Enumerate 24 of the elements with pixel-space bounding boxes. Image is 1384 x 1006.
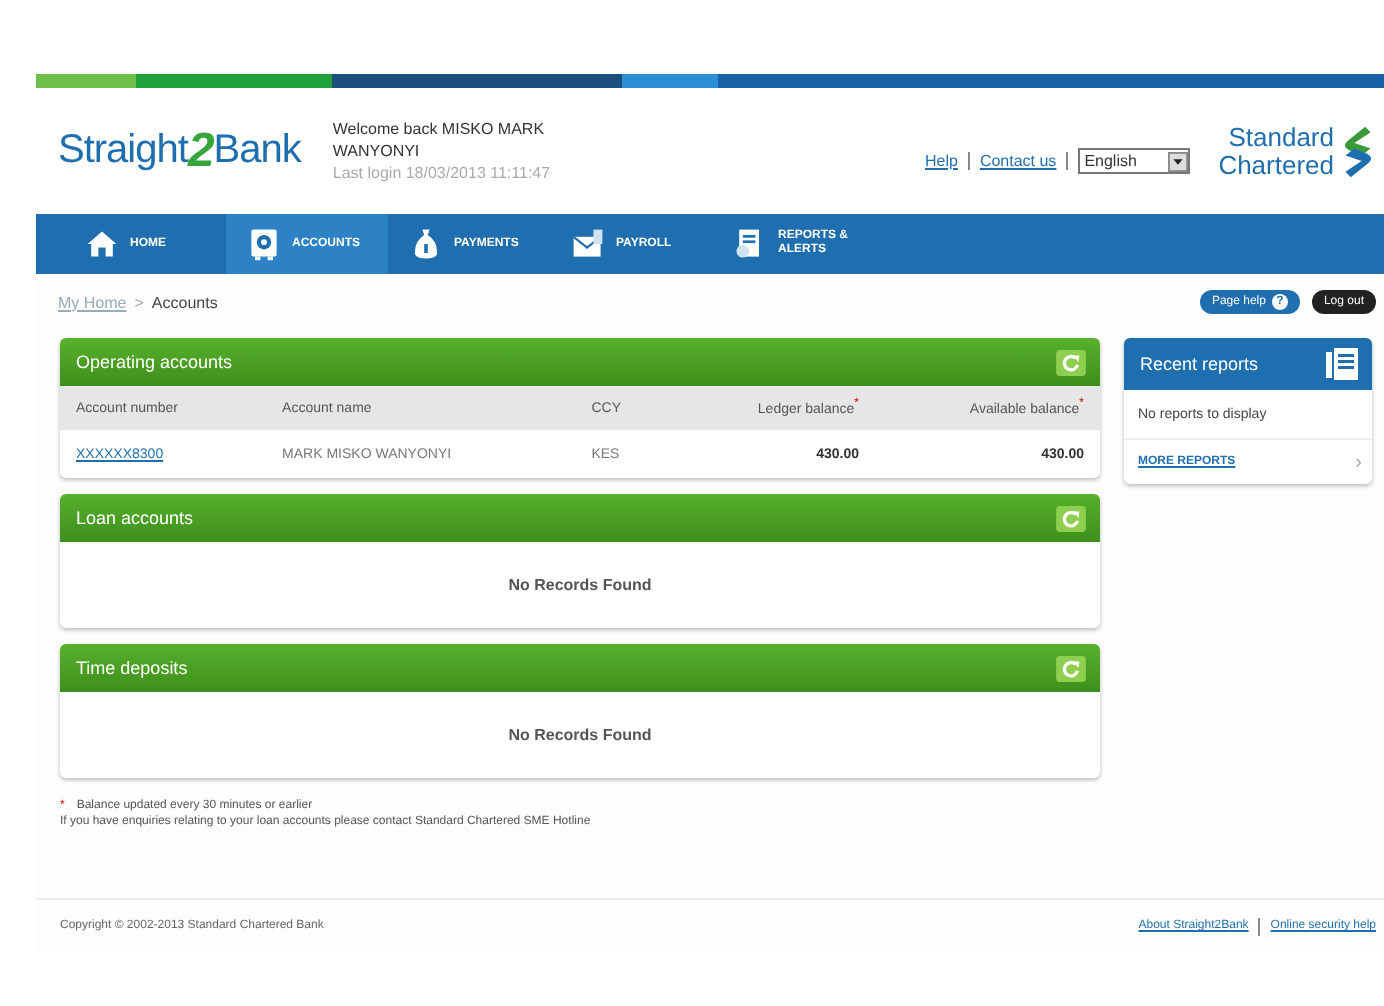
header-link[interactable]: Contact us	[979, 152, 1057, 170]
breadcrumb-current: Accounts	[151, 293, 218, 311]
header-link[interactable]: Help	[924, 152, 958, 170]
breadcrumb-separator: >	[134, 293, 144, 311]
panel-title: Operating accounts	[76, 352, 233, 372]
house-icon	[84, 226, 120, 262]
refresh-icon[interactable]	[1056, 655, 1086, 681]
brand-logo-icon	[1340, 121, 1376, 181]
empty-message: No Records Found	[508, 726, 652, 744]
refresh-icon[interactable]	[1056, 349, 1086, 375]
panel-title: Loan accounts	[76, 508, 194, 528]
brand-name: Chartered	[1218, 151, 1334, 179]
last-login-text: Last login 18/03/2013 11:11:47	[332, 162, 553, 184]
report-icon	[1324, 346, 1360, 382]
safe-icon	[246, 226, 282, 262]
welcome-text: Welcome back MISKO MARK WANYONYI	[332, 118, 547, 162]
language-dropdown[interactable]: English	[1078, 148, 1191, 174]
refresh-icon[interactable]	[1056, 505, 1086, 531]
panel-title: Recent reports	[1140, 354, 1259, 374]
empty-message: No Records Found	[508, 576, 652, 594]
envelope-icon	[570, 226, 606, 262]
brand-name: Standard	[1226, 123, 1334, 151]
panel-title: Time deposits	[76, 658, 188, 678]
logo: Straight2Bank	[58, 123, 301, 179]
